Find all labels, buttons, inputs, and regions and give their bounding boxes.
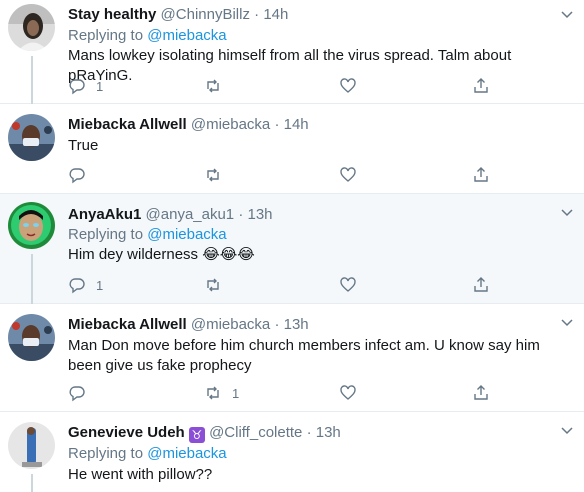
tweet-4[interactable]: Miebacka Allwell @miebacka · 13h Man Don… — [0, 304, 584, 412]
replying-to: Replying to @miebacka — [68, 226, 227, 244]
retweet-count: 1 — [232, 385, 240, 401]
handle[interactable]: @anya_aku1 — [146, 206, 235, 223]
tweet-actions: 1 — [68, 274, 498, 296]
tweet-text: True — [68, 137, 99, 154]
share-icon — [474, 167, 488, 182]
tweet-header: Miebacka Allwell @miebacka · 13h — [68, 316, 309, 334]
reply-icon — [69, 278, 85, 294]
replying-to: Replying to @miebacka — [68, 27, 227, 45]
heart-icon — [340, 385, 356, 400]
retweet-icon — [207, 168, 219, 182]
heart-icon — [340, 277, 356, 292]
thread-line — [31, 254, 33, 304]
separator: · — [274, 116, 280, 133]
display-name[interactable]: Stay healthy — [68, 6, 156, 23]
reply-button[interactable]: 1 — [68, 75, 103, 97]
replying-to-label: Replying to — [68, 445, 148, 462]
replying-to-link[interactable]: @miebacka — [147, 226, 226, 243]
display-name[interactable]: AnyaAku1 — [68, 206, 141, 223]
chevron-down-icon[interactable] — [560, 206, 574, 220]
display-name[interactable]: Miebacka Allwell — [68, 116, 187, 133]
timestamp[interactable]: 13h — [284, 316, 309, 333]
handle[interactable]: @Cliff_colette — [209, 424, 302, 441]
reply-button[interactable] — [68, 164, 96, 186]
like-button[interactable] — [339, 274, 357, 296]
tweet-actions: 1 — [68, 75, 498, 97]
like-button[interactable] — [339, 382, 357, 404]
like-button[interactable] — [339, 75, 357, 97]
thread-line — [31, 474, 33, 492]
retweet-button[interactable] — [204, 274, 232, 296]
tweet-text: He went with pillow?? — [68, 466, 213, 483]
retweet-icon — [207, 278, 219, 292]
retweet-button[interactable] — [204, 75, 232, 97]
handle[interactable]: @miebacka — [191, 316, 270, 333]
handle[interactable]: @miebacka — [191, 116, 270, 133]
retweet-button[interactable]: 1 — [204, 382, 239, 404]
replying-to: Replying to @miebacka — [68, 445, 227, 463]
reply-icon — [69, 168, 85, 184]
tweet-1[interactable]: Stay healthy @ChinnyBillz · 14h Replying… — [0, 0, 584, 104]
timestamp[interactable]: 14h — [263, 6, 288, 23]
retweet-icon — [207, 386, 219, 400]
tweet-actions: 1 — [68, 382, 498, 404]
tweet-3[interactable]: AnyaAku1 @anya_aku1 · 13h Replying to @m… — [0, 194, 584, 304]
like-button[interactable] — [339, 164, 357, 186]
tweet-header: Genevieve Udeh ♉ @Cliff_colette · 13h — [68, 424, 341, 443]
display-name[interactable]: Miebacka Allwell — [68, 316, 187, 333]
tweet-text: Him dey wilderness 😂😂😂 — [68, 246, 255, 263]
separator: · — [254, 6, 260, 23]
avatar[interactable] — [8, 4, 55, 51]
taurus-emoji: ♉ — [188, 427, 205, 443]
separator: · — [274, 316, 280, 333]
heart-icon — [340, 78, 356, 93]
display-name[interactable]: Genevieve Udeh — [68, 424, 185, 441]
replying-to-label: Replying to — [68, 27, 148, 44]
tweet-2[interactable]: Miebacka Allwell @miebacka · 14h True — [0, 104, 584, 194]
share-icon — [474, 385, 488, 400]
share-button[interactable] — [472, 75, 490, 97]
share-icon — [474, 78, 488, 93]
chevron-down-icon[interactable] — [560, 8, 574, 22]
timestamp[interactable]: 13h — [248, 206, 273, 223]
thread-line — [31, 56, 33, 104]
avatar[interactable] — [8, 314, 55, 361]
replying-to-label: Replying to — [68, 226, 148, 243]
heart-icon — [340, 167, 356, 182]
reply-icon — [69, 79, 85, 95]
chevron-down-icon[interactable] — [560, 424, 574, 438]
tweet-header: AnyaAku1 @anya_aku1 · 13h — [68, 206, 273, 224]
avatar[interactable] — [8, 202, 55, 249]
timestamp[interactable]: 13h — [316, 424, 341, 441]
handle[interactable]: @ChinnyBillz — [161, 6, 250, 23]
tweet-5[interactable]: Genevieve Udeh ♉ @Cliff_colette · 13h Re… — [0, 412, 584, 492]
reply-icon — [69, 386, 85, 402]
avatar[interactable] — [8, 422, 55, 469]
share-button[interactable] — [472, 164, 490, 186]
share-button[interactable] — [472, 274, 490, 296]
chevron-down-icon[interactable] — [560, 316, 574, 330]
tweet-header: Miebacka Allwell @miebacka · 14h — [68, 116, 309, 134]
share-icon — [474, 277, 488, 292]
tweet-text: Man Don move before him church members i… — [68, 337, 540, 374]
avatar[interactable] — [8, 114, 55, 161]
reply-count: 1 — [96, 78, 104, 94]
tweet-actions — [68, 164, 498, 186]
reply-button[interactable] — [68, 382, 96, 404]
timestamp[interactable]: 14h — [284, 116, 309, 133]
replying-to-link[interactable]: @miebacka — [147, 27, 226, 44]
separator: · — [306, 424, 312, 441]
replying-to-link[interactable]: @miebacka — [147, 445, 226, 462]
retweet-icon — [207, 79, 219, 93]
reply-count: 1 — [96, 277, 104, 293]
separator: · — [238, 206, 244, 223]
share-button[interactable] — [472, 382, 490, 404]
tweet-header: Stay healthy @ChinnyBillz · 14h — [68, 6, 288, 24]
retweet-button[interactable] — [204, 164, 232, 186]
reply-button[interactable]: 1 — [68, 274, 103, 296]
